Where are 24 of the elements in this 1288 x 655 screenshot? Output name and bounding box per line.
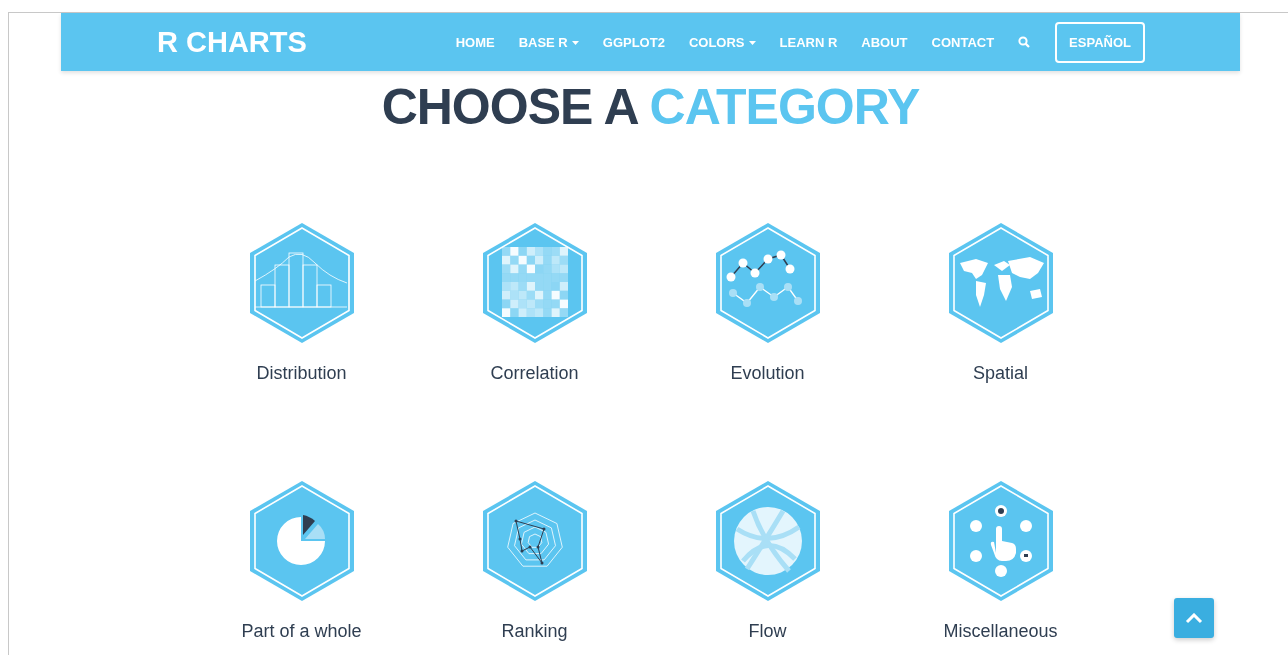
category-label[interactable]: Miscellaneous bbox=[943, 621, 1058, 642]
category-label[interactable]: Evolution bbox=[730, 363, 805, 384]
chevron-up-icon bbox=[1185, 612, 1203, 624]
category-label[interactable]: Flow bbox=[748, 621, 787, 642]
category-label[interactable]: Correlation bbox=[490, 363, 579, 384]
language-button[interactable]: ESPAÑOL bbox=[1055, 21, 1145, 63]
heading-accent-text: CATEGORY bbox=[649, 79, 920, 135]
nav-link[interactable]: LEARN R bbox=[767, 35, 850, 50]
search-icon[interactable] bbox=[1018, 36, 1031, 48]
back-to-top-button[interactable] bbox=[1174, 598, 1214, 638]
category-label[interactable]: Ranking bbox=[501, 621, 568, 642]
caret-icon bbox=[748, 40, 756, 45]
category-label[interactable]: Spatial bbox=[972, 363, 1028, 384]
nav-link[interactable]: CONTACT bbox=[919, 35, 1007, 50]
nav-link[interactable]: ABOUT bbox=[849, 35, 920, 50]
caret-icon bbox=[571, 40, 579, 45]
heading-text: CHOOSE A bbox=[381, 79, 637, 135]
site-logo[interactable]: R CHARTS bbox=[157, 25, 307, 59]
nav-link[interactable]: BASE R bbox=[506, 35, 591, 50]
category-label[interactable]: Distribution bbox=[256, 363, 347, 384]
category-label[interactable]: Part of a whole bbox=[241, 621, 362, 642]
nav-link[interactable]: HOME bbox=[443, 35, 507, 50]
nav-link[interactable]: GGPLOT2 bbox=[590, 35, 677, 50]
nav-link[interactable]: COLORS bbox=[676, 35, 768, 50]
